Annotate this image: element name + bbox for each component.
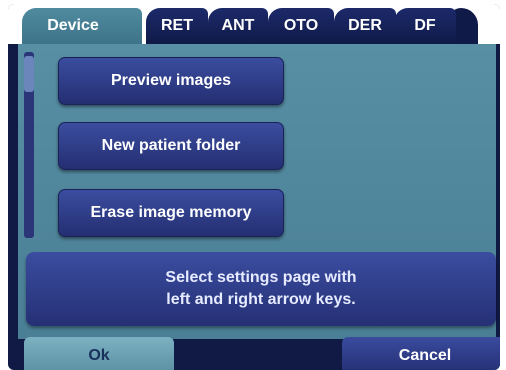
scrollbar-thumb[interactable] [24, 56, 34, 92]
tab-der[interactable]: DER [334, 8, 396, 44]
device-settings-screen: DF DER OTO ANT RET Device Preview images… [8, 4, 500, 370]
erase-image-memory-button[interactable]: Erase image memory [58, 189, 284, 237]
instruction-message: Select settings page with left and right… [26, 252, 496, 326]
tab-device[interactable]: Device [22, 8, 142, 44]
instruction-line-2: left and right arrow keys. [166, 291, 356, 308]
new-patient-folder-button[interactable]: New patient folder [58, 122, 284, 170]
tab-ant[interactable]: ANT [208, 8, 268, 44]
cancel-button[interactable]: Cancel [342, 337, 500, 370]
tab-bar: DF DER OTO ANT RET Device [8, 4, 500, 44]
tab-oto[interactable]: OTO [268, 8, 334, 44]
scrollbar[interactable] [24, 52, 34, 238]
ok-button[interactable]: Ok [24, 337, 174, 370]
instruction-line-1: Select settings page with [165, 269, 357, 286]
tab-ret[interactable]: RET [146, 8, 208, 44]
preview-images-button[interactable]: Preview images [58, 57, 284, 105]
tab-df[interactable]: DF [394, 8, 456, 44]
